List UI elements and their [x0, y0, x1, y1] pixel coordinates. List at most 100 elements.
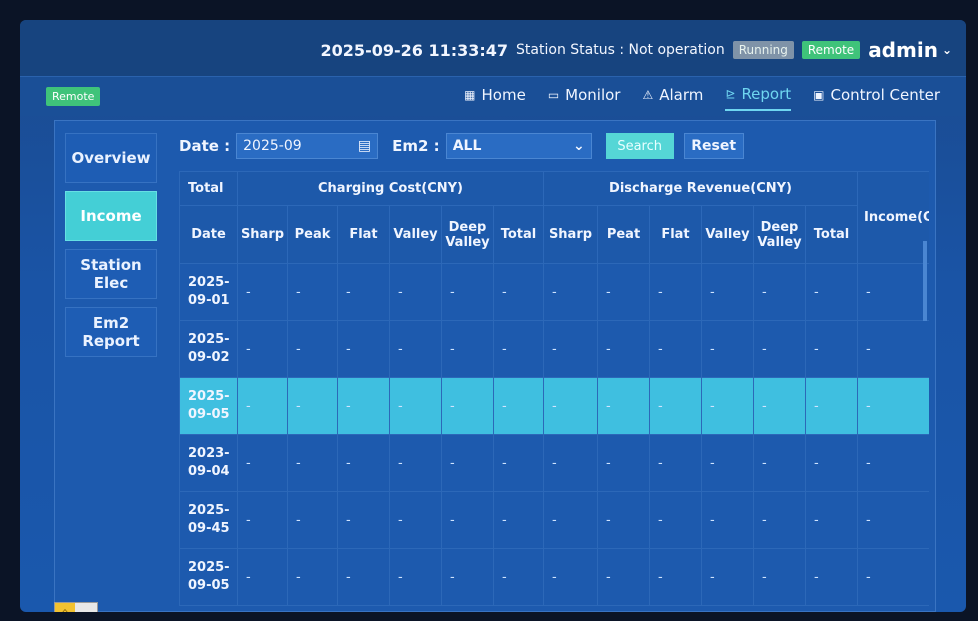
- nav-report-label: Report: [741, 85, 792, 103]
- station-status: Station Status : Not operation: [516, 42, 725, 58]
- col-total: Total: [493, 205, 544, 264]
- value-cell: -: [237, 548, 288, 606]
- date-cell: 2025-09-02: [179, 320, 238, 378]
- table-row[interactable]: 2025-09-02- - - - - - - - - - - - -: [179, 320, 929, 378]
- value-cell: -: [649, 434, 702, 492]
- value-cell: -: [857, 263, 929, 321]
- value-cell: -: [597, 320, 650, 378]
- value-cell: -: [441, 491, 494, 549]
- col-deep-valley: Deep Valley: [441, 205, 494, 264]
- top-status-bar: 2025-09-26 11:33:47 Station Status : Not…: [20, 20, 966, 76]
- value-cell: -: [701, 320, 754, 378]
- value-cell: -: [857, 434, 929, 492]
- value-cell: -: [857, 548, 929, 606]
- nav-alarm[interactable]: ⚠ Alarm: [642, 85, 703, 111]
- value-cell: -: [543, 491, 598, 549]
- nav-monitor[interactable]: ▭ Monilor: [548, 85, 621, 111]
- col-peak-2: Peat: [597, 205, 650, 264]
- value-cell: -: [337, 434, 390, 492]
- value-cell: -: [287, 434, 338, 492]
- col-peak: Peak: [287, 205, 338, 264]
- vertical-scrollbar[interactable]: [923, 241, 927, 321]
- value-cell: -: [337, 320, 390, 378]
- lock-icon: ⌂: [55, 603, 75, 612]
- value-cell: -: [389, 263, 442, 321]
- value-cell: -: [287, 320, 338, 378]
- col-flat-2: Flat: [649, 205, 702, 264]
- value-cell: -: [753, 263, 806, 321]
- charging-cost-header: Charging Cost(CNY): [237, 171, 544, 206]
- date-cell: 2025-09-05: [179, 377, 238, 435]
- value-cell: -: [804, 491, 859, 549]
- value-cell: -: [493, 377, 544, 435]
- table-row[interactable]: 2023-09-04- - - - - - - - - - - - -: [179, 434, 929, 492]
- value-cell: -: [753, 491, 806, 549]
- value-cell: -: [597, 263, 650, 321]
- chevron-down-icon: ⌄: [572, 138, 585, 154]
- value-cell: -: [543, 263, 598, 321]
- table-row[interactable]: 2025-09-01- - - - - - - - - - - - -: [179, 263, 929, 321]
- nav-home-label: Home: [481, 86, 526, 104]
- value-cell: -: [287, 548, 338, 606]
- value-cell: -: [237, 491, 288, 549]
- table-row[interactable]: 2025-09-05- - - - - - - - - - - - -: [179, 548, 929, 606]
- value-cell: -: [804, 320, 859, 378]
- value-cell: -: [441, 548, 494, 606]
- value-cell: -: [753, 320, 806, 378]
- value-cell: -: [597, 434, 650, 492]
- col-valley-2: Valley: [701, 205, 754, 264]
- remote-badge: Remote: [801, 41, 861, 59]
- sidebar-item-em2-report[interactable]: Em2 Report: [65, 307, 157, 357]
- value-cell: -: [337, 491, 390, 549]
- nav-alarm-label: Alarm: [659, 86, 704, 104]
- nav-report[interactable]: ⊵ Report: [725, 85, 792, 111]
- value-cell: -: [389, 377, 442, 435]
- date-cell: 2025-09-05: [179, 548, 238, 606]
- col-sharp: Sharp: [237, 205, 288, 264]
- main-nav: ▦ Home ▭ Monilor ⚠ Alarm ⊵ Report ▣ Cont…: [464, 85, 940, 111]
- value-cell: -: [543, 434, 598, 492]
- value-cell: -: [441, 434, 494, 492]
- table-row[interactable]: 2025-09-05- - - - - - - - - - - - -: [179, 377, 929, 435]
- sidebar-item-income[interactable]: Income: [65, 191, 157, 241]
- table-row[interactable]: 2025-09-45- - - - - - - - - - - - -: [179, 491, 929, 549]
- nav-control-center[interactable]: ▣ Control Center: [813, 85, 940, 111]
- value-cell: -: [389, 491, 442, 549]
- report-panel: Overview Income Station Elec Em2 Report …: [54, 120, 936, 612]
- control-center-icon: ▣: [813, 88, 825, 102]
- date-value: 2025-09: [243, 138, 302, 154]
- value-cell: -: [701, 491, 754, 549]
- value-cell: -: [543, 548, 598, 606]
- value-cell: -: [287, 377, 338, 435]
- value-cell: -: [287, 491, 338, 549]
- discharge-revenue-header: Discharge Revenue(CNY): [542, 171, 859, 206]
- value-cell: -: [237, 377, 288, 435]
- sidebar-item-overview[interactable]: Overview: [65, 133, 157, 183]
- date-cell: 2023-09-04: [179, 434, 238, 492]
- user-menu[interactable]: admin ⌄: [868, 38, 952, 62]
- value-cell: -: [389, 548, 442, 606]
- home-icon: ▦: [464, 88, 476, 102]
- em2-label: Em2 :: [392, 137, 440, 155]
- reset-button[interactable]: Reset: [683, 133, 744, 159]
- value-cell: -: [597, 491, 650, 549]
- value-cell: -: [649, 320, 702, 378]
- date-picker[interactable]: 2025-09 ▤: [236, 133, 379, 159]
- value-cell: -: [649, 263, 702, 321]
- user-name: admin: [868, 38, 938, 62]
- sidebar-item-station-elec[interactable]: Station Elec: [65, 249, 157, 299]
- value-cell: -: [441, 263, 494, 321]
- search-button[interactable]: Search: [605, 133, 674, 159]
- remote-indicator: Remote: [46, 87, 101, 106]
- em2-select[interactable]: ALL ⌄: [445, 133, 592, 159]
- value-cell: -: [493, 434, 544, 492]
- value-cell: -: [804, 434, 859, 492]
- corner-widget[interactable]: ⌂: [54, 602, 98, 612]
- nav-home[interactable]: ▦ Home: [464, 85, 526, 111]
- col-flat: Flat: [337, 205, 390, 264]
- value-cell: -: [701, 434, 754, 492]
- value-cell: -: [493, 263, 544, 321]
- value-cell: -: [804, 548, 859, 606]
- total-header: Total: [179, 171, 238, 206]
- value-cell: -: [389, 434, 442, 492]
